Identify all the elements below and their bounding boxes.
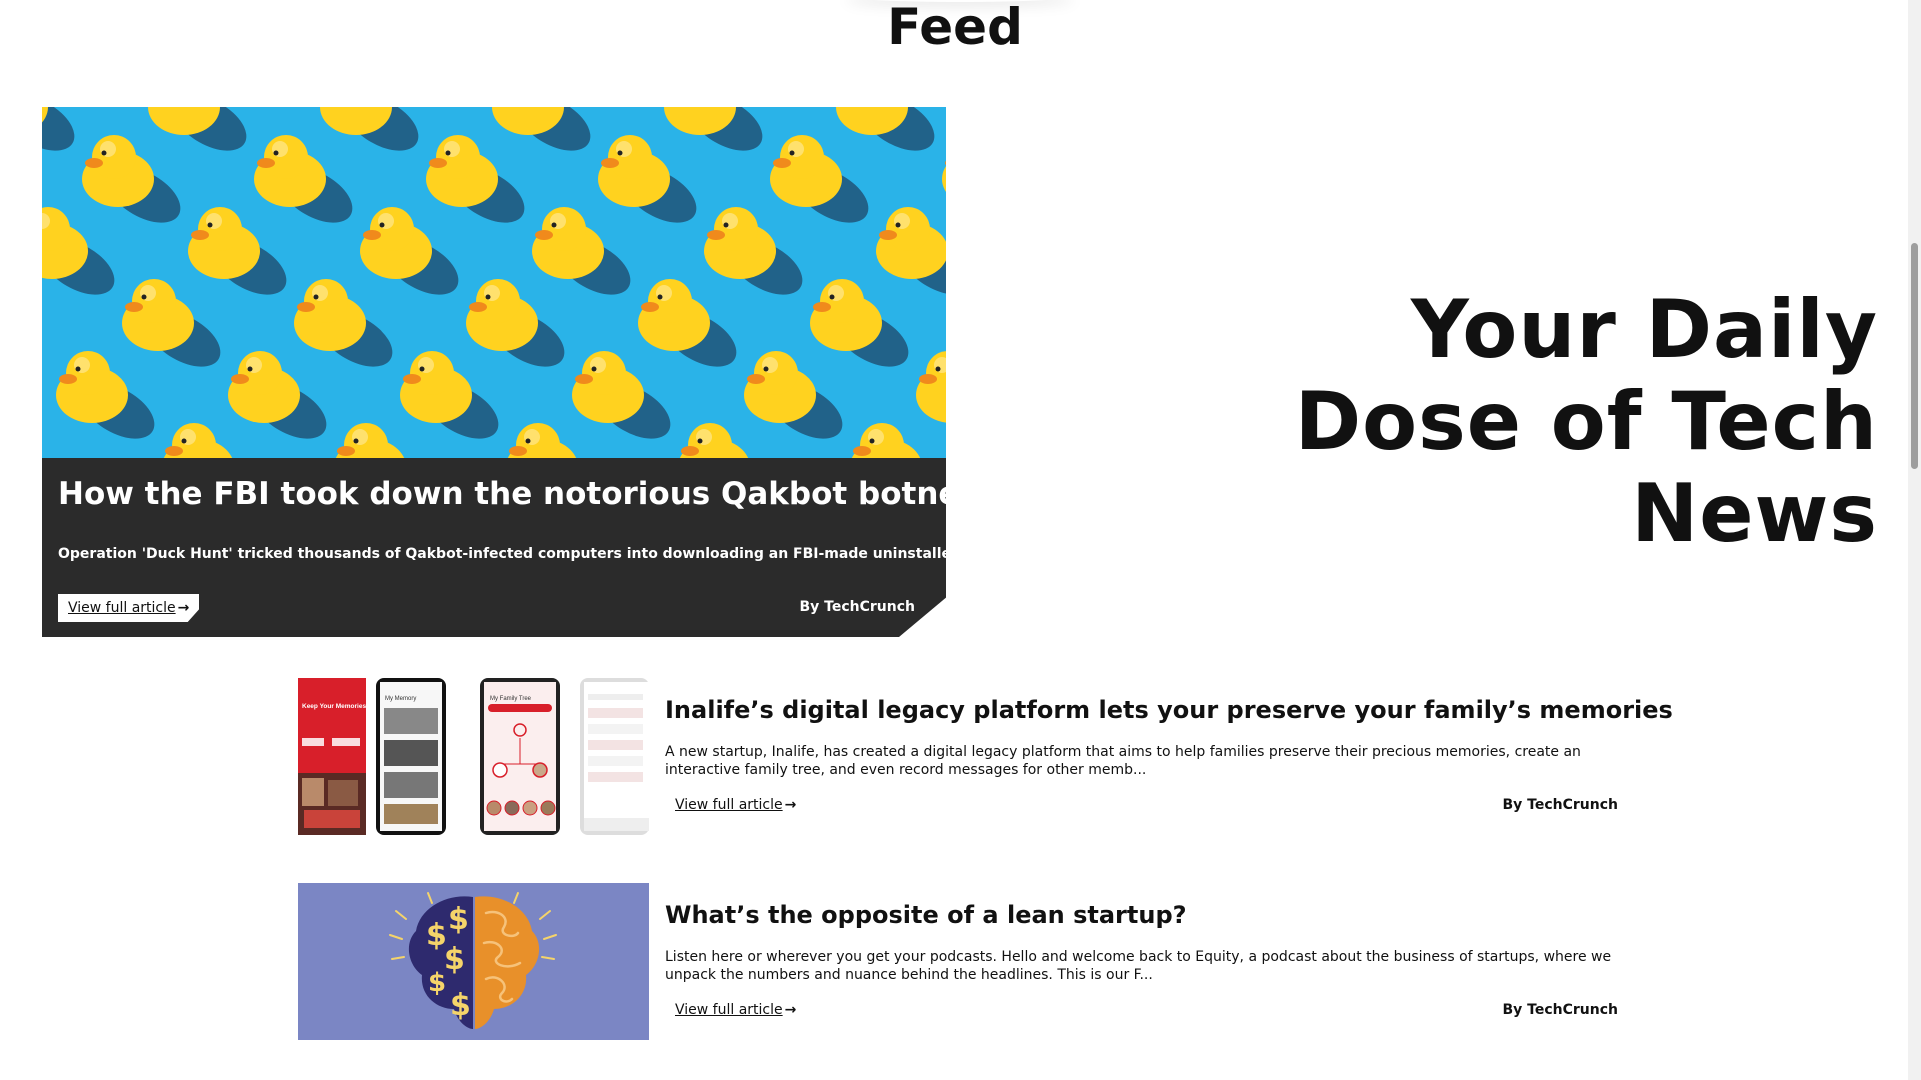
- article-title[interactable]: What’s the opposite of a lean startup?: [665, 899, 1615, 931]
- featured-view-full-article-link[interactable]: View full article →: [58, 594, 199, 622]
- featured-article: How the FBI took down the notorious Qakb…: [42, 107, 946, 637]
- featured-article-description: Operation 'Duck Hunt' tricked thousands …: [58, 546, 958, 562]
- featured-article-byline: By TechCrunch: [799, 599, 916, 615]
- brain-illustration: $ $ $ $ $: [298, 883, 649, 1040]
- arrow-right-icon: →: [784, 797, 797, 813]
- svg-text:$: $: [444, 942, 465, 977]
- view-full-article-link[interactable]: View full article →: [675, 1002, 796, 1018]
- rubber-ducks-illustration: [42, 107, 946, 458]
- article-byline: By TechCrunch: [1502, 797, 1619, 813]
- featured-article-panel: How the FBI took down the notorious Qakb…: [42, 458, 946, 637]
- screen2-title: My Memory: [385, 696, 416, 702]
- view-full-article-link[interactable]: View full article →: [675, 797, 796, 813]
- link-label: View full article: [68, 600, 176, 616]
- svg-text:$: $: [448, 902, 469, 937]
- link-label: View full article: [675, 1002, 783, 1018]
- arrow-right-icon: →: [784, 1002, 797, 1018]
- inalife-phones-image: Keep Your Memories Alive For Future Gene…: [298, 678, 649, 835]
- feed-title: Feed: [887, 0, 1023, 56]
- phones-illustration: Keep Your Memories Alive For Future Gene…: [298, 678, 649, 835]
- money-brain-image: $ $ $ $ $: [298, 883, 649, 1040]
- article-byline: By TechCrunch: [1502, 1002, 1619, 1018]
- screen3-title: My Family Tree: [490, 696, 532, 702]
- scrollbar-thumb[interactable]: [1911, 243, 1918, 469]
- svg-text:$: $: [450, 988, 471, 1023]
- article-title[interactable]: Inalife’s digital legacy platform lets y…: [665, 694, 1673, 726]
- svg-text:$: $: [428, 968, 446, 998]
- article-card: Keep Your Memories Alive For Future Gene…: [298, 678, 1673, 835]
- article-description: A new startup, Inalife, has created a di…: [665, 744, 1581, 778]
- link-label: View full article: [675, 797, 783, 813]
- featured-article-headline[interactable]: How the FBI took down the notorious Qakb…: [58, 474, 946, 514]
- page-scrollbar[interactable]: [1908, 0, 1921, 1080]
- article-description: Listen here or wherever you get your pod…: [665, 949, 1612, 983]
- arrow-right-icon: →: [177, 600, 190, 616]
- article-card: $ $ $ $ $ What’s the opposite of a lean …: [298, 883, 1618, 1040]
- site-tagline: Your Daily Dose of Tech News: [1294, 283, 1878, 560]
- rubber-ducks-image: [42, 107, 946, 458]
